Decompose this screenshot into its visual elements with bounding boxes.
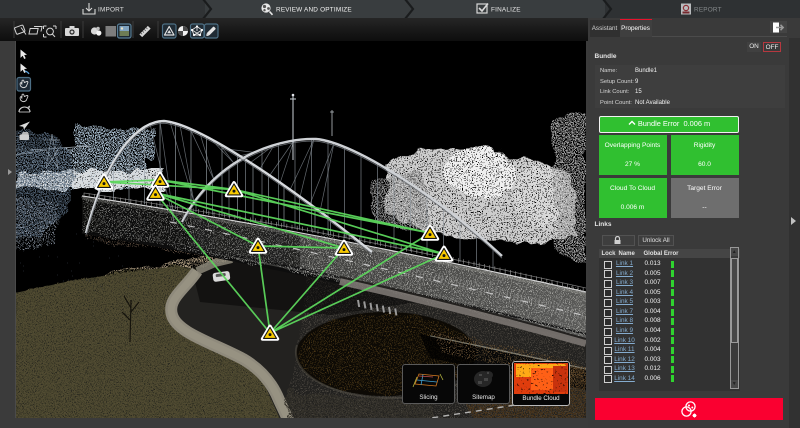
svg-text:FINALIZE: FINALIZE [491,7,521,14]
svg-text:REPORT: REPORT [694,7,722,14]
svg-text:IMPORT: IMPORT [98,7,124,14]
svg-text:REVIEW AND OPTIMIZE: REVIEW AND OPTIMIZE [276,7,352,14]
